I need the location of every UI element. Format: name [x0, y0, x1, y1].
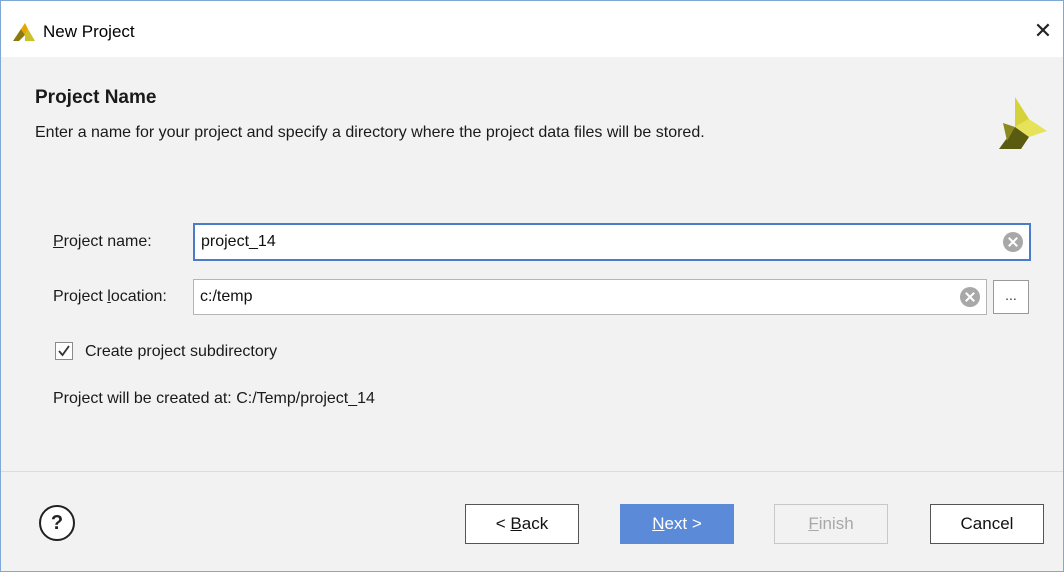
project-location-label: Project location:	[53, 288, 167, 305]
project-name-field[interactable]	[193, 223, 1031, 261]
clear-icon[interactable]	[1003, 232, 1023, 252]
project-path-summary: Project will be created at: C:/Temp/proj…	[53, 390, 375, 407]
page-title: Project Name	[35, 87, 157, 108]
new-project-dialog: New Project ✕ Project Name Enter a name …	[0, 0, 1064, 572]
project-name-input[interactable]	[199, 225, 993, 259]
browse-button[interactable]: ...	[993, 280, 1029, 314]
close-button[interactable]: ✕	[1023, 15, 1063, 47]
window-title: New Project	[43, 22, 135, 41]
close-icon: ✕	[1033, 18, 1053, 43]
dialog-footer: ? < Back Next > Finish Cancel	[1, 472, 1063, 571]
create-subdirectory-checkbox[interactable]	[55, 342, 73, 360]
page-header: Project Name Enter a name for your proje…	[1, 57, 1063, 157]
project-name-label: Project name:	[53, 233, 152, 250]
xilinx-logo-icon	[999, 97, 1047, 149]
cancel-button[interactable]: Cancel	[930, 504, 1044, 544]
next-button[interactable]: Next >	[620, 504, 734, 544]
create-subdirectory-label: Create project subdirectory	[85, 343, 278, 360]
form-panel: Project name: Project location: ... Crea…	[1, 157, 1063, 471]
help-button[interactable]: ?	[39, 505, 75, 541]
help-icon: ?	[50, 512, 64, 534]
page-description: Enter a name for your project and specif…	[35, 124, 705, 141]
finish-button[interactable]: Finish	[774, 504, 888, 544]
project-location-input[interactable]	[198, 280, 950, 314]
title-bar: New Project ✕	[1, 1, 1063, 57]
vivado-logo-icon	[13, 23, 35, 41]
project-location-field[interactable]	[193, 279, 987, 315]
clear-icon[interactable]	[960, 287, 980, 307]
ellipsis-icon: ...	[1005, 287, 1017, 303]
checkmark-icon	[58, 345, 70, 357]
back-button[interactable]: < Back	[465, 504, 579, 544]
